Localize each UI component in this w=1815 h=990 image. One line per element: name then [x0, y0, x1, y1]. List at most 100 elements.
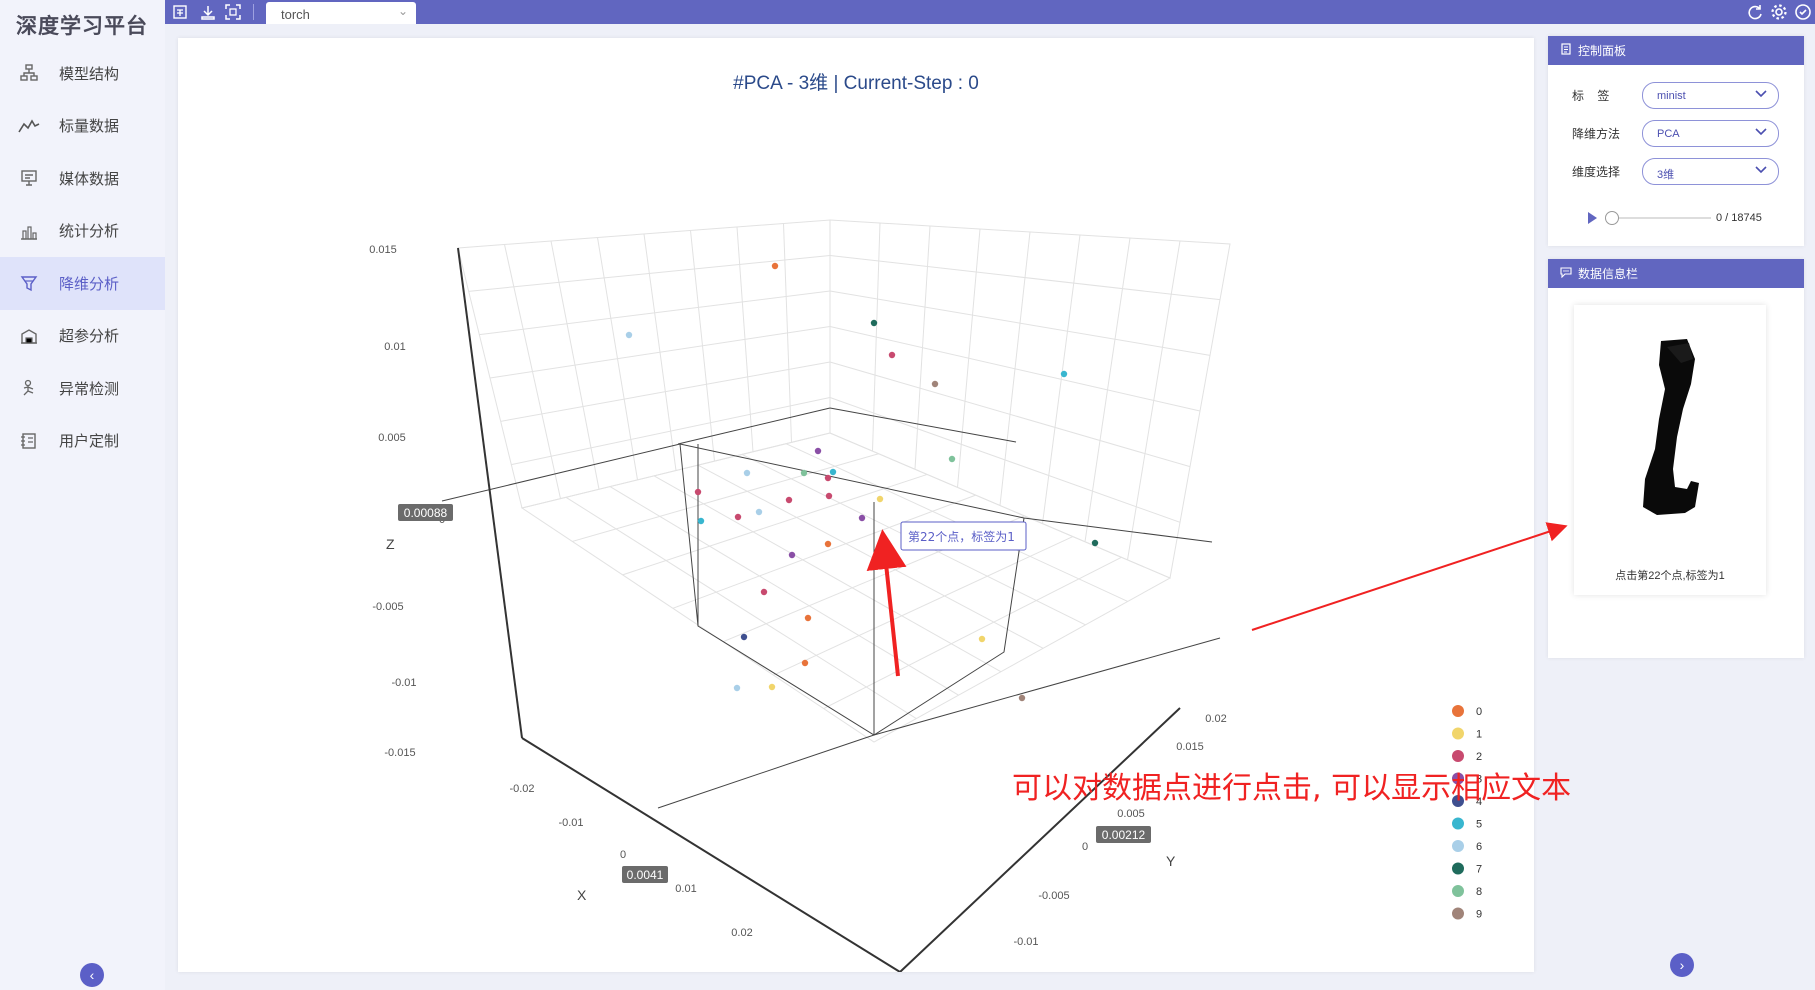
- data-point: [760, 588, 768, 596]
- data-point: [1091, 539, 1099, 547]
- run-select-tab[interactable]: torch ⌄: [266, 2, 416, 24]
- x-axis-line: [521, 737, 901, 972]
- y-tick-label: 0.005: [1117, 808, 1145, 820]
- data-point: [978, 635, 986, 643]
- data-point: [740, 633, 748, 641]
- z-pointer-value: 0.00088: [404, 506, 448, 520]
- plot-axes: [441, 247, 1221, 972]
- legend-label: 8: [1476, 886, 1482, 898]
- dimension-select-label: 维度选择: [1572, 165, 1621, 179]
- step-slider-handle[interactable]: [1605, 211, 1619, 225]
- legend-swatch: [1452, 750, 1464, 762]
- legend-swatch: [1452, 907, 1464, 920]
- import-icon[interactable]: [170, 2, 190, 22]
- z-tick-label: -0.005: [372, 601, 403, 613]
- sidebar-item-dim-reduction[interactable]: 降维分析: [0, 257, 165, 310]
- data-point: [743, 469, 751, 477]
- legend-label: 6: [1476, 841, 1482, 853]
- y-tick-label: 0: [1082, 841, 1088, 853]
- sidebar: 深度学习平台 模型结构 标量数据 媒体数据 统计分析 降维分析 超参分析 异常检…: [0, 0, 165, 990]
- help-badge-icon[interactable]: [1793, 2, 1813, 22]
- dimension-select-value: 3维: [1657, 169, 1675, 181]
- grid-line: [511, 397, 831, 466]
- grid-line: [479, 290, 831, 336]
- x-tick-label: 0: [620, 849, 626, 861]
- data-point: [694, 488, 702, 496]
- z-tick-label: 0.015: [369, 244, 397, 256]
- sidebar-item-media-data[interactable]: 媒体数据: [0, 152, 165, 205]
- label-select[interactable]: minist: [1642, 82, 1779, 109]
- sidebar-item-label: 异常检测: [59, 380, 120, 398]
- step-readout: 0 / 18745: [1716, 212, 1762, 224]
- grid-line: [829, 255, 1221, 301]
- z-axis-name: Z: [386, 536, 395, 552]
- info-panel: 数据信息栏 点击第22个点,标签为1: [1548, 259, 1804, 658]
- y-axis-name: Y: [1166, 853, 1176, 869]
- grid-line: [823, 556, 1122, 710]
- sidebar-collapse-button[interactable]: ‹: [80, 963, 104, 987]
- next-page-button[interactable]: ›: [1670, 953, 1694, 977]
- scalar-line-icon: [18, 115, 40, 137]
- legend-label: 5: [1476, 819, 1482, 831]
- grid-line: [609, 486, 959, 696]
- sidebar-item-hyperparam[interactable]: 超参分析: [0, 310, 165, 363]
- x-tick-label: 0.02: [731, 927, 752, 939]
- z-tick-label: 0.005: [378, 432, 406, 444]
- grid-line: [572, 453, 879, 542]
- data-point: [876, 495, 884, 503]
- dimension-select[interactable]: 3维: [1642, 158, 1779, 185]
- pointer-line: [657, 734, 875, 809]
- scatter-3d-card: #PCA - 3维 | Current-Step : 0 0.015 0.01 0.…: [178, 38, 1534, 972]
- label-select-value: minist: [1657, 90, 1686, 102]
- data-point: [858, 514, 866, 522]
- data-point: [733, 684, 741, 692]
- download-icon[interactable]: [198, 2, 218, 22]
- grid-line: [829, 397, 1181, 523]
- annotation-text: 可以对数据点进行点击, 可以显示相应文本: [1012, 771, 1572, 806]
- step-slider[interactable]: [1605, 211, 1711, 225]
- x-axis-name: X: [577, 887, 587, 903]
- legend-label: 2: [1476, 751, 1482, 763]
- digit-image: [1643, 339, 1699, 515]
- sidebar-item-label: 超参分析: [59, 328, 120, 346]
- grid-line: [773, 536, 1074, 676]
- method-select[interactable]: PCA: [1642, 120, 1779, 147]
- point-tooltip-text: 第22个点，标签为1: [908, 529, 1015, 544]
- data-point: [771, 262, 779, 270]
- custom-book-icon: [18, 430, 40, 452]
- sidebar-item-custom[interactable]: 用户定制: [0, 415, 165, 468]
- sidebar-item-statistics[interactable]: 统计分析: [0, 205, 165, 258]
- data-point: [824, 474, 832, 482]
- z-axis-line: [457, 247, 523, 739]
- scatter-3d-plot[interactable]: 0.0150.010.0050-0.005-0.01-0.015-0.02-0.…: [178, 38, 1534, 972]
- grid-line: [468, 255, 831, 292]
- sidebar-item-label: 媒体数据: [59, 170, 120, 188]
- plot-grid: [457, 219, 1231, 743]
- control-panel-title: 控制面板: [1578, 44, 1627, 58]
- sidebar-item-scalar-data[interactable]: 标量数据: [0, 100, 165, 153]
- control-panel-header: 控制面板: [1548, 36, 1804, 65]
- grid-wall-right: [829, 219, 1231, 579]
- data-point: [931, 380, 939, 388]
- refresh-icon[interactable]: [1745, 2, 1765, 22]
- legend-swatch: [1452, 862, 1464, 875]
- media-monitor-icon: [18, 167, 40, 189]
- person-run-icon: [18, 377, 40, 399]
- data-point: [948, 455, 956, 463]
- method-select-row: 降维方法 PCA: [1572, 120, 1779, 147]
- y-tick-label: 0.02: [1205, 713, 1226, 725]
- sidebar-item-model-structure[interactable]: 模型结构: [0, 47, 165, 100]
- step-slider-row: 0 / 18745: [1588, 211, 1762, 225]
- legend-swatch: [1452, 817, 1464, 830]
- z-tick-label: 0.01: [384, 341, 405, 353]
- data-point: [755, 508, 763, 516]
- sidebar-item-anomaly[interactable]: 异常检测: [0, 362, 165, 415]
- play-button[interactable]: [1588, 212, 1597, 224]
- legend-label: 9: [1476, 909, 1482, 921]
- sidebar-nav: 模型结构 标量数据 媒体数据 统计分析 降维分析 超参分析 异常检测 用户定制: [0, 47, 165, 467]
- fullscreen-icon[interactable]: [223, 2, 243, 22]
- chevron-down-icon: ⌄: [397, 4, 408, 18]
- top-toolbar: torch ⌄: [165, 0, 1815, 24]
- settings-gear-icon[interactable]: [1769, 2, 1789, 22]
- pointer-plane-side: [679, 443, 1025, 736]
